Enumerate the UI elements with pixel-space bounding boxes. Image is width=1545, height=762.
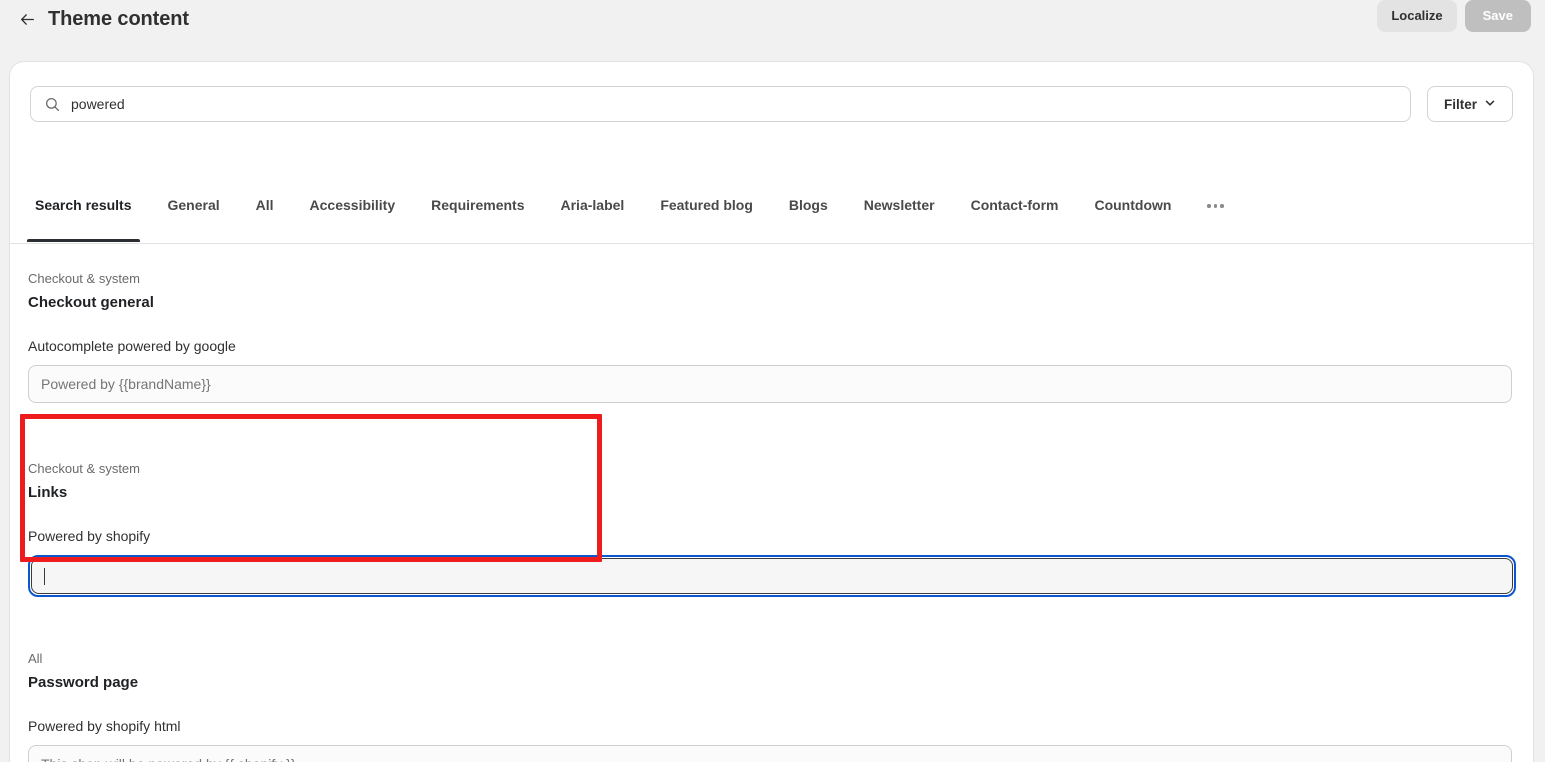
section-password-page: All Password page Powered by shopify htm… bbox=[28, 650, 1512, 762]
filter-button[interactable]: Filter bbox=[1427, 86, 1513, 122]
section-title: Password page bbox=[28, 674, 139, 691]
localize-button[interactable]: Localize bbox=[1377, 0, 1457, 32]
back-button[interactable] bbox=[12, 4, 42, 34]
field-label-autocomplete-powered-by-google: Autocomplete powered by google bbox=[28, 338, 236, 354]
search-row: Filter bbox=[10, 62, 1533, 142]
input-powered-by-shopify[interactable] bbox=[31, 558, 1513, 594]
ellipsis-icon bbox=[1207, 204, 1224, 208]
tab-aria-label[interactable]: Aria-label bbox=[543, 180, 643, 242]
search-box[interactable] bbox=[30, 86, 1411, 122]
tab-label: Aria-label bbox=[560, 197, 625, 213]
tab-blogs[interactable]: Blogs bbox=[771, 180, 846, 242]
search-icon bbox=[43, 95, 61, 113]
section-title: Links bbox=[28, 484, 68, 501]
section-title: Checkout general bbox=[28, 294, 154, 311]
text-caret bbox=[44, 567, 45, 585]
tab-general[interactable]: General bbox=[150, 180, 238, 242]
tab-label: Blogs bbox=[788, 197, 828, 213]
tab-label: All bbox=[255, 197, 274, 213]
tab-label: Requirements bbox=[431, 197, 525, 213]
arrow-left-icon bbox=[19, 11, 36, 28]
tab-bar: Search results General All Accessibility… bbox=[10, 180, 1533, 244]
section-links: Checkout & system Links Powered by shopi… bbox=[28, 460, 1516, 597]
filter-button-label: Filter bbox=[1443, 96, 1477, 112]
field-label-powered-by-shopify: Powered by shopify bbox=[28, 528, 151, 544]
input-powered-by-shopify-html[interactable] bbox=[28, 745, 1512, 762]
section-category: Checkout & system bbox=[28, 461, 140, 476]
tab-label: General bbox=[167, 197, 220, 213]
tab-all[interactable]: All bbox=[238, 180, 292, 242]
input-autocomplete-powered-by-google[interactable] bbox=[28, 365, 1512, 403]
tab-requirements[interactable]: Requirements bbox=[413, 180, 542, 242]
section-checkout-general: Checkout & system Checkout general Autoc… bbox=[28, 270, 1512, 403]
tab-accessibility[interactable]: Accessibility bbox=[292, 180, 414, 242]
search-input[interactable] bbox=[71, 94, 1398, 114]
tab-overflow-button[interactable] bbox=[1189, 180, 1242, 242]
field-label-powered-by-shopify-html: Powered by shopify html bbox=[28, 718, 181, 734]
section-category: Checkout & system bbox=[28, 271, 140, 286]
tab-label: Featured blog bbox=[660, 197, 753, 213]
content-area: Checkout & system Checkout general Autoc… bbox=[10, 244, 1533, 762]
topbar-actions: Localize Save bbox=[1377, 0, 1531, 32]
top-bar: Theme content Localize Save bbox=[0, 0, 1545, 56]
tab-label: Contact-form bbox=[970, 197, 1059, 213]
tab-countdown[interactable]: Countdown bbox=[1076, 180, 1189, 242]
tab-contact-form[interactable]: Contact-form bbox=[953, 180, 1077, 242]
theme-content-card: Filter Search results General All Access… bbox=[10, 62, 1533, 762]
tab-label: Countdown bbox=[1094, 197, 1172, 213]
tab-featured-blog[interactable]: Featured blog bbox=[642, 180, 771, 242]
section-category: All bbox=[28, 651, 43, 666]
input-powered-by-shopify-focus-ring bbox=[28, 555, 1516, 597]
chevron-down-icon bbox=[1484, 97, 1496, 112]
tab-search-results[interactable]: Search results bbox=[17, 180, 150, 242]
tab-newsletter[interactable]: Newsletter bbox=[846, 180, 953, 242]
tab-label: Newsletter bbox=[863, 197, 935, 213]
tab-label: Accessibility bbox=[309, 197, 396, 213]
tab-label: Search results bbox=[35, 197, 132, 213]
page-title: Theme content bbox=[48, 8, 189, 30]
save-button[interactable]: Save bbox=[1464, 0, 1531, 32]
